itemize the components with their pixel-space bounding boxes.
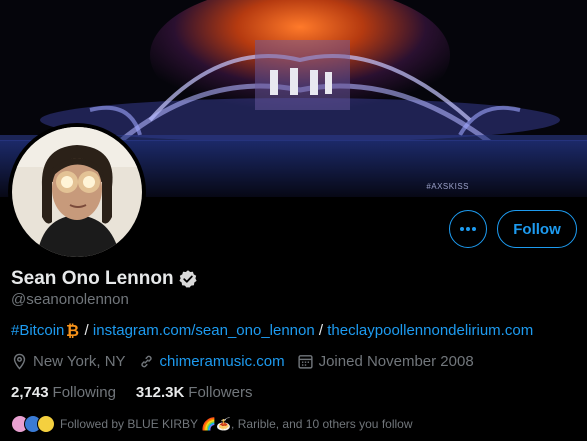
user-handle: @seanonolennon xyxy=(11,291,129,308)
location-text: New York, NY xyxy=(33,353,126,370)
bio-website-link[interactable]: theclaypoollennondelirium.com xyxy=(327,322,533,339)
profile-bio: #Bitcoin ₿ / instagram.com/sean_ono_lenno… xyxy=(11,322,533,339)
avatar xyxy=(37,415,55,433)
link-icon xyxy=(140,355,152,368)
following-count: 2,743 xyxy=(11,384,49,401)
profile-stats: 2,743 Following 312.3K Followers xyxy=(11,384,272,401)
website-link[interactable]: chimeramusic.com xyxy=(160,353,285,370)
following-label: Following xyxy=(52,384,116,401)
location-pin-icon xyxy=(13,353,26,370)
followed-by-row[interactable]: Followed by BLUE KIRBY 🌈🍝, Rarible, and … xyxy=(11,415,413,433)
profile-avatar[interactable] xyxy=(8,123,146,261)
verified-badge-icon[interactable] xyxy=(178,269,198,289)
profile-meta: New York, NY chimeramusic.com Joined Nov… xyxy=(11,353,486,370)
followers-count: 312.3K xyxy=(135,384,185,401)
bio-separator: / xyxy=(318,322,324,339)
website-item[interactable]: chimeramusic.com xyxy=(138,353,285,370)
svg-text:₿: ₿ xyxy=(66,322,79,338)
follow-button[interactable]: Follow xyxy=(497,210,577,248)
more-options-button[interactable] xyxy=(449,210,487,248)
calendar-icon xyxy=(297,355,313,369)
banner-watermark-tag: #AXSKISS xyxy=(426,182,469,191)
joined-item: Joined November 2008 xyxy=(297,353,474,370)
followed-by-text: Followed by BLUE KIRBY 🌈🍝, Rarible, and … xyxy=(60,417,413,431)
location-item: New York, NY xyxy=(11,353,126,370)
following-stat[interactable]: 2,743 Following xyxy=(11,384,116,401)
bio-instagram-link[interactable]: instagram.com/sean_ono_lennon xyxy=(93,322,315,339)
profile-name-row: Sean Ono Lennon xyxy=(11,268,198,290)
followers-label: Followers xyxy=(188,384,253,401)
joined-text: Joined November 2008 xyxy=(318,353,474,370)
followed-by-avatars xyxy=(11,415,55,433)
display-name: Sean Ono Lennon xyxy=(11,268,174,289)
bio-separator: / xyxy=(84,322,89,339)
more-horizontal-icon xyxy=(460,227,476,231)
bitcoin-icon: ₿ xyxy=(66,322,79,338)
followers-stat[interactable]: 312.3K Followers xyxy=(136,384,253,401)
avatar-photo xyxy=(12,127,142,257)
bio-hashtag-link[interactable]: #Bitcoin xyxy=(11,322,64,339)
